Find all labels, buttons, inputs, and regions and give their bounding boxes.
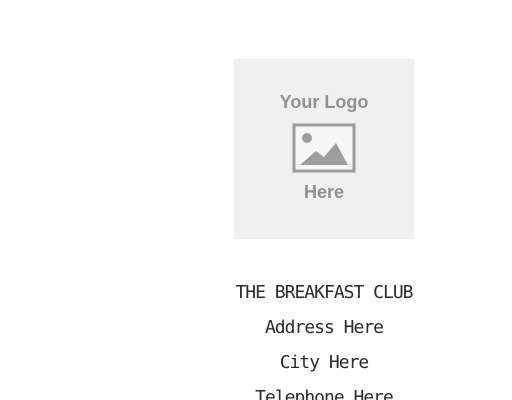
logo-placeholder: Your Logo Here	[234, 59, 414, 239]
logo-text-top: Your Logo	[279, 92, 369, 112]
business-name: THE BREAKFAST CLUB	[235, 282, 413, 303]
telephone-line: Telephone Here	[255, 387, 394, 400]
logo-text-bottom: Here	[303, 182, 345, 202]
city-line: City Here	[279, 352, 370, 373]
receipt-page: Your Logo Here THE BREAKFAST CLUB Addres…	[0, 0, 512, 400]
address-line: Address Here	[264, 317, 384, 338]
image-placeholder-icon	[292, 123, 356, 173]
